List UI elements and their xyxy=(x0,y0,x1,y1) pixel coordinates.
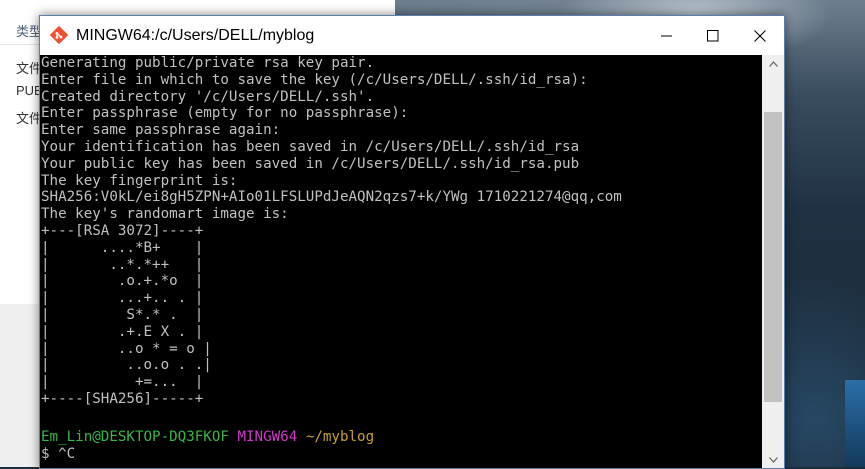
terminal-line: | ..*.*++ | xyxy=(41,256,204,273)
close-icon xyxy=(754,29,766,42)
terminal-line: | .+.E X . | xyxy=(41,323,204,340)
terminal-line: | ..o.o . .| xyxy=(41,357,212,374)
terminal-line: Enter passphrase (empty for no passphras… xyxy=(41,105,409,122)
terminal-line: | +=... | xyxy=(41,374,204,391)
terminal-window: MINGW64:/c/Users/DELL/myblog Generating … xyxy=(39,15,785,469)
terminal-line: | ..o * = o | xyxy=(41,340,212,357)
prompt-user-host: Em_Lin@DESKTOP-DQ3FKOF xyxy=(41,429,229,445)
terminal-line: The key's randomart image is: xyxy=(41,206,289,223)
minimize-icon xyxy=(661,35,672,36)
close-button[interactable] xyxy=(737,16,783,55)
vertical-scrollbar[interactable] xyxy=(762,55,784,468)
terminal-line: Enter file in which to save the key (/c/… xyxy=(41,71,588,88)
scroll-thumb[interactable] xyxy=(764,112,782,402)
command-input-line[interactable]: $ ^C xyxy=(41,446,75,463)
chevron-up-icon xyxy=(768,60,778,67)
scroll-down-button[interactable] xyxy=(762,451,784,468)
terminal-line: | .o.+.*o | xyxy=(41,273,204,290)
terminal-line: Enter same passphrase again: xyxy=(41,122,281,139)
terminal-line: Created directory '/c/Users/DELL/.ssh'. xyxy=(41,88,375,105)
window-title: MINGW64:/c/Users/DELL/myblog xyxy=(76,27,315,44)
scroll-up-button[interactable] xyxy=(762,55,784,72)
terminal-line: SHA256:V0kL/ei8gH5ZPN+AIo01LFSLUPdJeAQN2… xyxy=(41,189,622,206)
maximize-button[interactable] xyxy=(690,16,736,55)
terminal-line: +---[RSA 3072]----+ xyxy=(41,223,204,239)
shell-prompt: Em_Lin@DESKTOP-DQ3FKOF MINGW64 ~/myblog xyxy=(41,429,374,446)
terminal-line: Your identification has been saved in /c… xyxy=(41,139,580,155)
terminal-line: | ....*B+ | xyxy=(41,239,204,256)
terminal-line: | ...+.. . | xyxy=(41,290,204,307)
terminal-output[interactable]: Generating public/private rsa key pair. … xyxy=(40,55,762,468)
prompt-system: MINGW64 xyxy=(237,429,298,445)
chevron-down-icon xyxy=(768,456,778,463)
minimize-button[interactable] xyxy=(644,16,690,55)
terminal-line: | S*.* . | xyxy=(41,307,204,323)
terminal-line: +----[SHA256]-----+ xyxy=(41,391,204,407)
wallpaper-detail xyxy=(845,380,865,467)
prompt-path: ~/myblog xyxy=(305,429,375,445)
terminal-line: The key fingerprint is: xyxy=(41,172,238,189)
title-bar[interactable]: MINGW64:/c/Users/DELL/myblog xyxy=(40,16,784,55)
git-bash-icon xyxy=(49,25,69,45)
terminal-line: Your public key has been saved in /c/Use… xyxy=(41,155,580,172)
terminal-line: Generating public/private rsa key pair. xyxy=(41,55,375,71)
maximize-icon xyxy=(707,29,719,41)
